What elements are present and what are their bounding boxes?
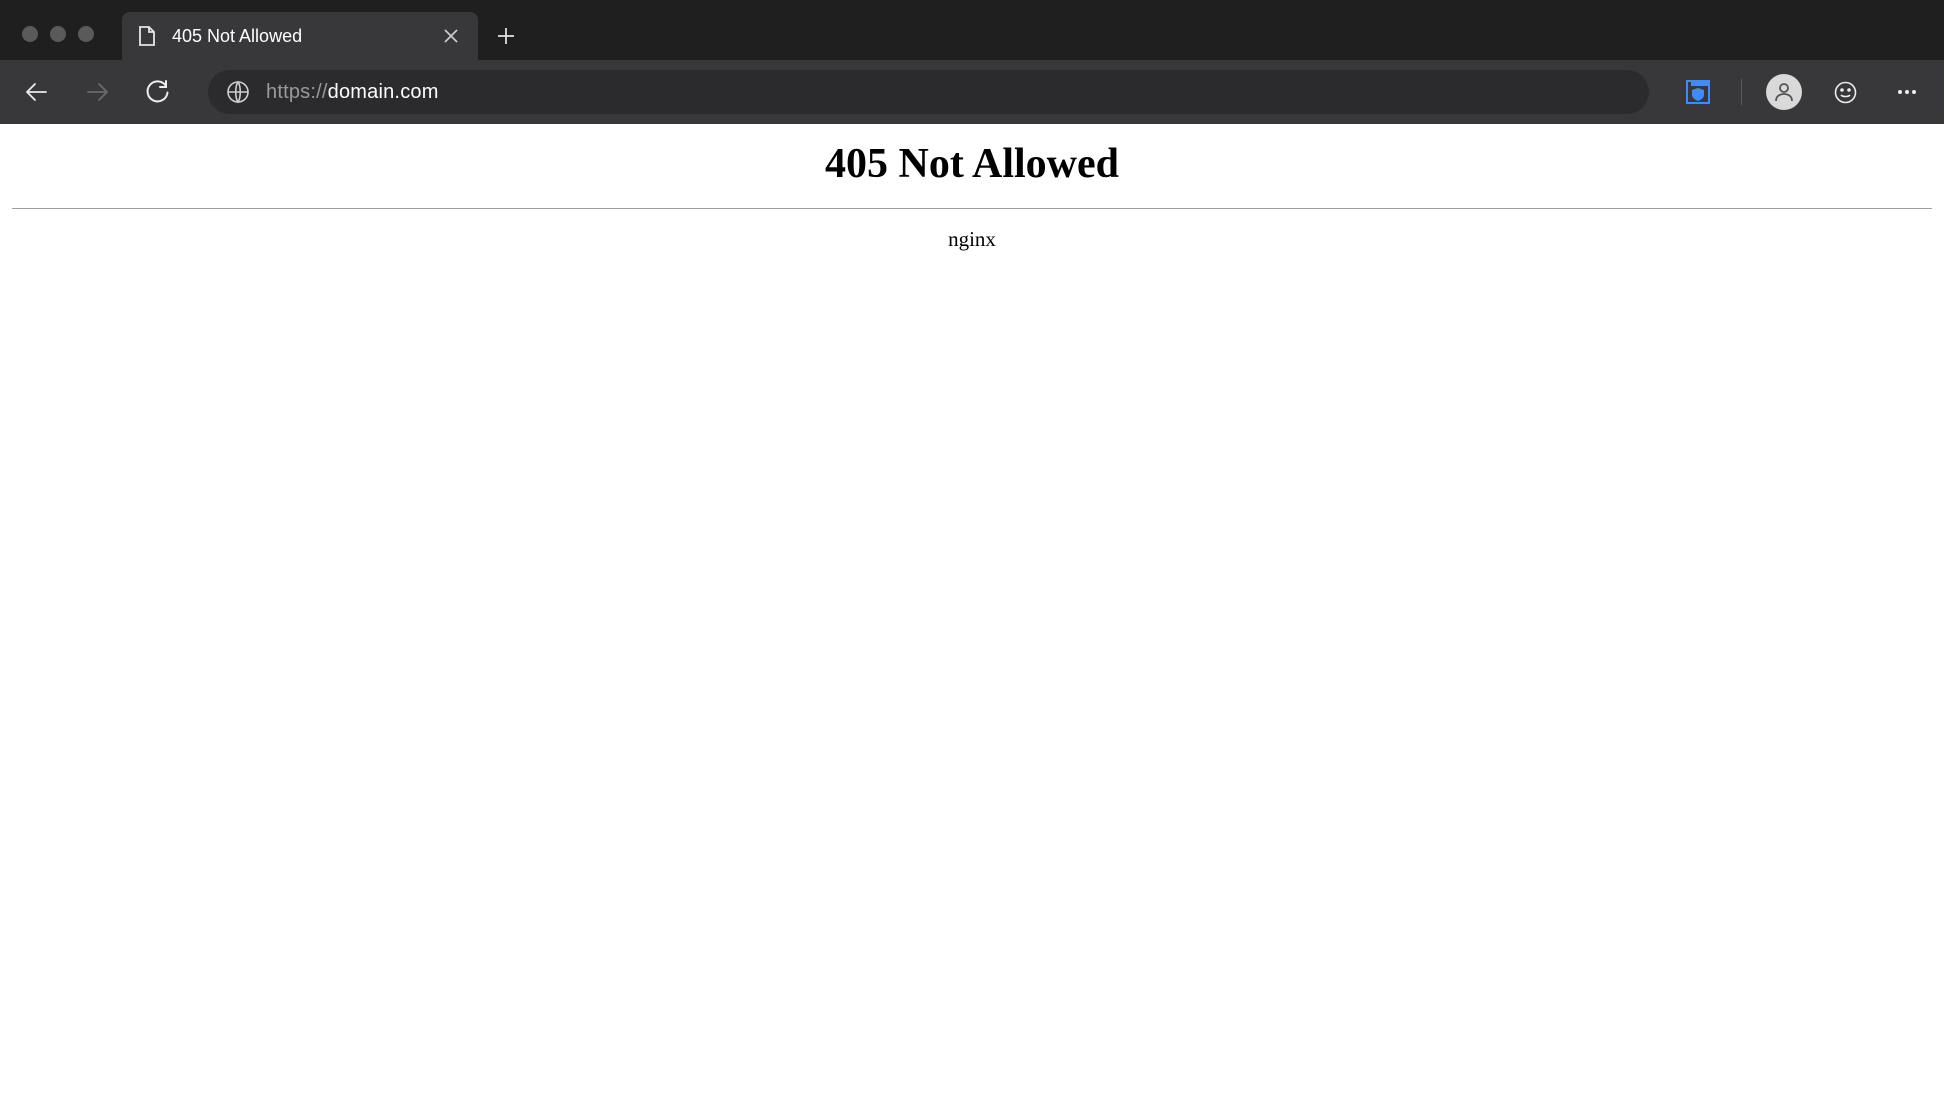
toolbar-right (1679, 73, 1926, 111)
tab-strip: 405 Not Allowed (0, 0, 1944, 60)
globe-icon (226, 80, 250, 104)
error-heading: 405 Not Allowed (12, 140, 1932, 188)
address-bar[interactable]: https://domain.com (208, 70, 1649, 114)
tab-close-button[interactable] (438, 23, 464, 49)
url-text: https://domain.com (266, 81, 439, 104)
page-icon (136, 25, 158, 47)
toolbar-divider (1741, 79, 1742, 105)
window-maximize-button[interactable] (78, 26, 94, 42)
profile-button[interactable] (1766, 74, 1802, 110)
browser-chrome: 405 Not Allowed (0, 0, 1944, 124)
window-close-button[interactable] (22, 26, 38, 42)
refresh-button[interactable] (138, 73, 176, 111)
url-protocol: https:// (266, 81, 328, 103)
more-menu-button[interactable] (1888, 73, 1926, 111)
content-divider (12, 208, 1932, 209)
server-signature: nginx (12, 227, 1932, 252)
new-tab-button[interactable] (484, 14, 528, 58)
toolbar: https://domain.com (0, 60, 1944, 124)
page-content: 405 Not Allowed nginx (0, 124, 1944, 252)
url-host: domain.com (328, 81, 439, 103)
active-tab[interactable]: 405 Not Allowed (122, 12, 478, 60)
window-minimize-button[interactable] (50, 26, 66, 42)
forward-button[interactable] (78, 73, 116, 111)
feedback-icon[interactable] (1826, 73, 1864, 111)
window-controls (14, 26, 102, 60)
tab-title: 405 Not Allowed (172, 26, 432, 47)
back-button[interactable] (18, 73, 56, 111)
tracking-prevention-icon[interactable] (1679, 73, 1717, 111)
